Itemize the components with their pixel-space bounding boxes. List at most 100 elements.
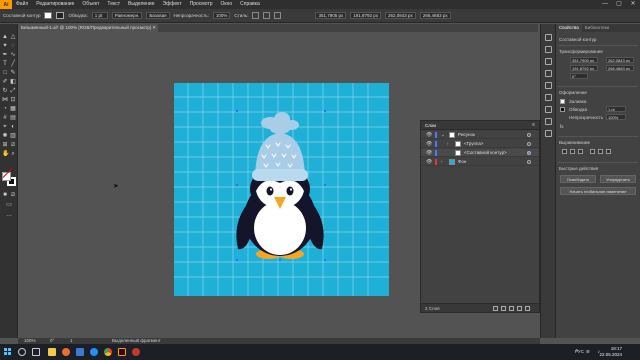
brushes-panel-icon[interactable] [545,82,552,89]
align-top-icon[interactable] [590,149,595,154]
fill-color-swatch[interactable] [2,172,11,181]
recolor-icon[interactable] [263,12,271,19]
tab-properties[interactable]: Свойства [556,24,582,32]
variable-width-profile[interactable]: Равномерн. [111,12,143,19]
free-transform-tool-icon[interactable]: ⊡ [10,97,16,103]
search-icon[interactable] [18,348,26,356]
network-icon[interactable]: ≋ [586,349,590,355]
menu-help[interactable]: Справка [236,0,264,9]
stroke-panel-icon[interactable] [545,106,552,113]
layer-name[interactable]: <Группа> [464,140,484,148]
layer-row[interactable]: 👁 ⌄ Рисунок [421,131,539,139]
document-tab[interactable]: Безымянный-1.ai* @ 100% (RGB/Предварител… [18,24,158,32]
menu-window[interactable]: Окно [217,0,237,9]
stroke-swatch[interactable] [56,12,65,19]
clock[interactable]: 18:17 22.05.2024 [599,346,622,358]
layer-row[interactable]: 👁 <Составной контур> [421,149,539,157]
menu-object[interactable]: Объект [78,0,103,9]
visibility-eye-icon[interactable]: 👁 [426,159,432,165]
screen-mode-icon[interactable]: ▭ [6,202,12,208]
x-field[interactable]: 351,7905 px [570,57,598,63]
layer-row[interactable]: 👁 › <Группа> [421,140,539,148]
layer-target-icon[interactable] [527,160,531,164]
hand-tool-icon[interactable]: ✋ [2,151,9,157]
eraser-tool-icon[interactable]: ◧ [10,79,16,85]
app-red-icon[interactable] [132,348,140,356]
transparency-panel-icon[interactable] [545,118,552,125]
menu-select[interactable]: Выделение [124,0,159,9]
align-icon[interactable] [274,12,282,19]
type-tool-icon[interactable]: T [2,61,8,67]
pen-tool-icon[interactable]: ✒ [2,52,8,58]
slice-tool-icon[interactable]: ⧄ [10,142,16,148]
properties-panel-icon[interactable] [545,34,552,41]
arrange-button[interactable]: Упорядочить [600,175,636,183]
color-mode-icon[interactable]: ■ [2,192,8,198]
fill-swatch[interactable] [560,99,565,104]
height-field[interactable]: 266,4683 px [419,12,451,19]
visibility-eye-icon[interactable]: 👁 [426,141,432,147]
firefox-icon[interactable] [62,348,70,356]
expand-arrow-icon[interactable]: › [441,158,443,166]
menu-effect[interactable]: Эффект [159,0,186,9]
illustrator-taskbar-icon[interactable] [118,348,126,356]
swatches-panel-icon[interactable] [545,70,552,77]
expand-arrow-icon[interactable]: › [447,140,449,148]
menu-edit[interactable]: Редактирование [32,0,78,9]
libraries-panel-icon[interactable] [545,46,552,53]
release-button[interactable]: Освободить [560,175,596,183]
artboard-tool-icon[interactable]: ⊞ [2,142,8,148]
width-field[interactable]: 262,0843 px [385,12,416,19]
brush-definition[interactable]: Базовая [146,12,170,19]
blend-tool-icon[interactable]: ◐ [10,124,16,130]
stroke-swatch[interactable] [560,107,565,112]
maximize-button[interactable]: ▢ [612,0,626,9]
opacity-field[interactable]: 100% [212,12,231,19]
make-clipping-mask-icon[interactable] [501,306,506,311]
language-indicator[interactable]: РУС [575,349,584,354]
app-icon[interactable] [76,348,84,356]
new-layer-icon[interactable] [517,306,522,311]
close-tab-icon[interactable]: ✕ [152,24,156,32]
layer-name[interactable]: <Составной контур> [464,149,507,157]
mesh-tool-icon[interactable]: # [2,115,8,121]
new-sublayer-icon[interactable] [509,306,514,311]
perspective-grid-tool-icon[interactable]: ▦ [10,106,16,112]
zoom-tool-icon[interactable]: ⌕ [10,151,16,157]
align-right-icon[interactable] [578,149,583,154]
artboard[interactable] [174,83,389,296]
lasso-tool-icon[interactable]: ◌ [10,43,16,49]
selection-tool-icon[interactable]: ▲ [2,34,8,40]
visibility-eye-icon[interactable]: 👁 [426,132,432,138]
expand-arrow-icon[interactable]: ⌄ [441,131,445,139]
layer-target-icon[interactable] [527,151,531,155]
file-explorer-icon[interactable] [48,348,56,356]
direct-selection-tool-icon[interactable]: △ [10,34,16,40]
y-field[interactable]: 191,8792 px [350,12,382,19]
height-field[interactable]: 266,4683 px [606,65,634,71]
eyedropper-tool-icon[interactable]: ⌖ [2,124,8,130]
chrome-icon[interactable] [104,348,112,356]
layers-panel-icon[interactable] [545,130,552,137]
visibility-eye-icon[interactable]: 👁 [426,150,432,156]
close-button[interactable]: ✕ [626,0,640,9]
locate-object-icon[interactable] [493,306,498,311]
layer-target-icon[interactable] [527,133,531,137]
tab-libraries[interactable]: Библиотеки [582,24,612,32]
stroke-weight-field[interactable]: 1 pt [91,12,108,19]
global-edit-button[interactable]: Начать глобальное изменение [560,187,636,195]
delete-layer-icon[interactable] [525,306,530,311]
color-panel-icon[interactable] [545,58,552,65]
graph-tool-icon[interactable]: ▥ [10,133,16,139]
layer-row[interactable]: 👁 › Фон [421,158,539,166]
gradient-tool-icon[interactable]: ▤ [10,115,16,121]
line-tool-icon[interactable]: ╱ [10,61,16,67]
paintbrush-tool-icon[interactable]: ✎ [10,70,16,76]
stroke-weight-field[interactable]: 1 pt [606,106,626,112]
menu-file[interactable]: Файл [12,0,32,9]
width-field[interactable]: 262,0843 px [606,57,634,63]
edge-icon[interactable] [90,348,98,356]
width-tool-icon[interactable]: ⋈ [2,97,8,103]
minimize-button[interactable]: — [598,0,612,9]
scale-tool-icon[interactable]: ⤢ [10,88,16,94]
